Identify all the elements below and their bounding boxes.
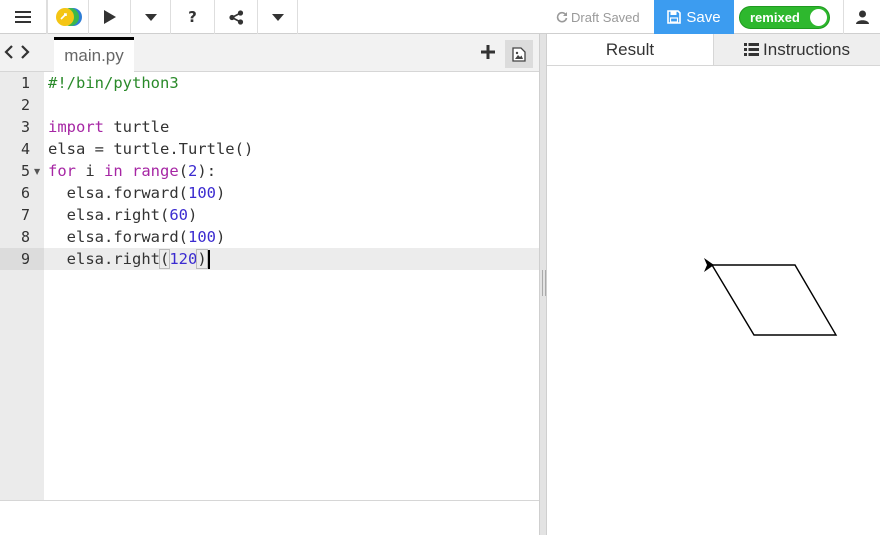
number: 2 — [188, 162, 198, 180]
code-line-5: for i in range(2): — [48, 160, 216, 182]
menu-icon — [15, 11, 31, 23]
line-number: 8 — [20, 228, 30, 246]
file-tab-bar: main.py — [0, 34, 539, 72]
list-icon — [744, 43, 760, 56]
line-number: 2 — [20, 96, 30, 114]
code-line-6: elsa.forward(100) — [48, 182, 226, 204]
keyword: import — [48, 118, 104, 136]
keyword: in — [104, 162, 123, 180]
share-icon — [228, 9, 243, 25]
user-menu-button[interactable] — [843, 0, 880, 34]
code-text: elsa.forward( — [48, 228, 188, 246]
file-nav — [4, 43, 30, 64]
code-text: ): — [197, 162, 217, 180]
chevron-left-icon[interactable] — [4, 45, 14, 59]
draft-status-text: Draft Saved — [571, 9, 640, 25]
keyword: for — [48, 162, 76, 180]
number: 60 — [169, 206, 188, 224]
run-options-dropdown[interactable] — [131, 0, 171, 34]
line-number: 4 — [20, 140, 30, 158]
code-text: ( — [178, 162, 189, 180]
turtle-arrow-icon — [704, 258, 714, 272]
line-number: 9 — [20, 250, 30, 268]
output-tabs: Result Instructions — [547, 34, 880, 66]
share-button[interactable] — [215, 0, 258, 34]
matched-bracket: ( — [158, 249, 171, 269]
tab-result[interactable]: Result — [547, 34, 713, 65]
turtle-drawing — [711, 264, 838, 336]
save-label: Save — [686, 8, 721, 26]
code-editor[interactable]: #!/bin/python3 import turtle elsa = turt… — [48, 72, 538, 500]
save-button[interactable]: Save — [654, 0, 734, 34]
code-line-3: import turtle — [48, 116, 169, 138]
matched-bracket: ) — [196, 249, 208, 269]
remix-toggle[interactable]: remixed — [739, 6, 830, 29]
top-toolbar: ? Draft Saved Save remixed — [0, 0, 880, 34]
line-number: 3 — [20, 118, 30, 136]
line-number: 5 — [20, 162, 30, 180]
draft-status: Draft Saved — [556, 0, 640, 34]
chevron-right-icon[interactable] — [20, 45, 30, 59]
floppy-icon — [667, 10, 682, 24]
tab-instructions-label: Instructions — [763, 39, 850, 59]
code-line-8: elsa.forward(100) — [48, 226, 226, 248]
toggle-knob — [810, 9, 827, 26]
play-icon — [103, 10, 116, 24]
add-image-button[interactable] — [505, 40, 533, 68]
line-number: 7 — [20, 206, 30, 224]
text-cursor — [207, 250, 210, 269]
line-number: 1 — [20, 74, 30, 92]
menu-button[interactable] — [0, 0, 47, 34]
caret-down-icon — [271, 13, 284, 21]
code-text: elsa.right — [48, 250, 160, 268]
tab-instructions[interactable]: Instructions — [713, 34, 880, 65]
run-button[interactable] — [89, 0, 131, 34]
number: 100 — [187, 228, 216, 246]
splitter-grip[interactable] — [542, 270, 546, 296]
code-text: elsa.right( — [48, 206, 170, 224]
share-options-dropdown[interactable] — [258, 0, 298, 34]
editor-status-bar — [0, 500, 539, 535]
refresh-icon — [556, 11, 568, 23]
code-text: i — [76, 162, 104, 180]
number: 120 — [169, 250, 198, 268]
turtle-canvas — [704, 258, 838, 336]
project-button[interactable] — [47, 0, 89, 34]
code-line-1: #!/bin/python3 — [48, 74, 179, 92]
line-number: 6 — [20, 184, 30, 202]
add-file-button[interactable] — [481, 42, 495, 62]
number: 100 — [187, 184, 216, 202]
image-icon — [512, 46, 526, 62]
code-line-9: elsa.right(120) — [48, 248, 210, 270]
remix-label: remixed — [750, 10, 800, 25]
user-icon — [855, 10, 869, 24]
code-line-7: elsa.right(60) — [48, 204, 198, 226]
output-pane: Result Instructions — [547, 34, 880, 535]
pane-splitter[interactable] — [539, 34, 547, 535]
code-text: ) — [215, 228, 226, 246]
file-tab-main[interactable]: main.py — [54, 37, 134, 72]
code-text: ) — [188, 206, 198, 224]
keyword: range — [132, 162, 179, 180]
plus-icon — [481, 45, 495, 59]
caret-down-icon — [144, 13, 157, 21]
fold-toggle[interactable]: ▼ — [34, 167, 40, 176]
code-text: ) — [215, 184, 226, 202]
code-line-4: elsa = turtle.Turtle() — [48, 140, 254, 158]
editor-pane: main.py 1 2 3 4 5 6 7 8 9 ▼ #!/bin/pytho… — [0, 34, 539, 535]
code-text: turtle — [104, 118, 170, 136]
code-text: elsa.forward( — [48, 184, 188, 202]
help-button[interactable]: ? — [171, 0, 215, 34]
